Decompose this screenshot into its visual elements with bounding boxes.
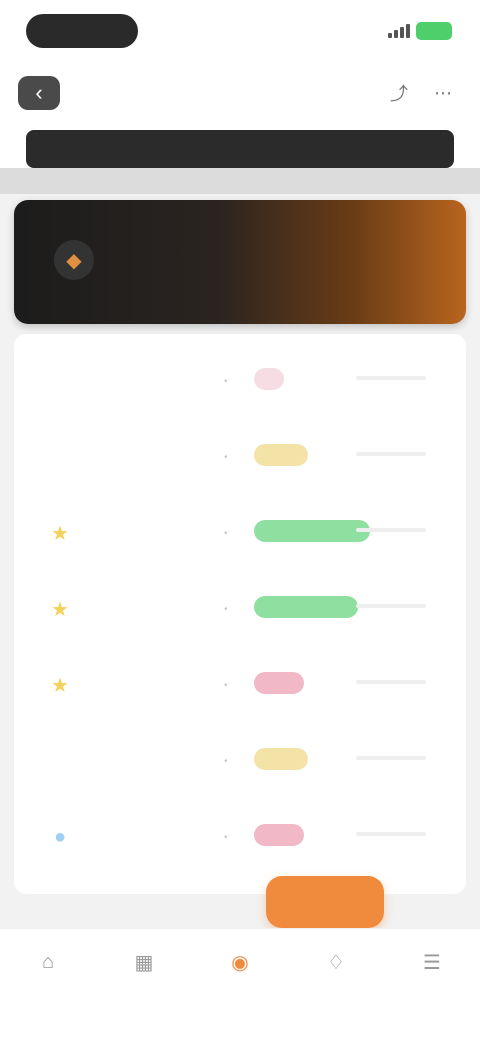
row-separator-icon: • [224,452,228,463]
row-trailing-bar [356,452,426,456]
share-icon[interactable]: ⤴ [386,80,412,106]
row-primary-text [114,590,194,606]
banner-icon: ◆ [54,240,94,280]
row-status-icon: ★ [51,674,69,697]
row-secondary-text [114,614,174,630]
list-item[interactable]: ★ • [14,496,466,572]
row-separator-icon: • [224,604,228,615]
discover-icon: ♢ [327,951,345,974]
back-button[interactable]: ‹ [18,76,60,110]
nav-bar: ‹ ⤴ ⋯ [0,64,480,120]
row-status-icon [38,366,82,396]
row-secondary-text [114,462,174,478]
row-trailing-bar [356,604,426,608]
row-primary-text [114,438,194,454]
home-icon: ⌂ [41,950,55,973]
tab-discover[interactable]: ♢ [300,947,372,1017]
status-badge [254,672,304,694]
status-badge [254,824,304,846]
status-time [26,14,138,48]
row-status-icon [38,746,82,776]
row-secondary-text [114,766,174,782]
status-badge [254,368,284,390]
row-primary-text [114,362,194,378]
row-secondary-text [114,690,174,706]
row-primary-text [114,742,194,758]
row-status-icon [38,442,82,472]
nav-actions: ⤴ ⋯ [386,80,456,106]
divider [0,168,480,194]
row-secondary-text [114,842,174,858]
status-badge [254,596,358,618]
row-primary-text [114,818,194,834]
status-badge [254,444,308,466]
row-status-icon: ● [53,825,67,848]
row-trailing-bar [356,528,426,532]
row-secondary-text [114,538,174,554]
row-trailing-bar [356,376,426,380]
status-bar [0,0,480,64]
row-primary-text [114,514,194,530]
row-status-icon: ★ [51,522,69,545]
menu-icon: ☰ [423,951,441,974]
tab-grid[interactable]: ▦ [108,947,180,1017]
status-badge [254,748,308,770]
more-icon[interactable]: ⋯ [430,80,456,106]
list-item[interactable]: ★ • [14,648,466,724]
signal-icon [388,24,410,38]
tab-menu[interactable]: ☰ [396,947,468,1017]
row-separator-icon: • [224,756,228,767]
app-screen: ‹ ⤴ ⋯ ◆ • • ★ • ★ • ★ • • ● • ⌂ ▦ ◉ ♢ ☰ [0,0,480,1040]
status-badge [254,520,370,542]
list-item[interactable]: • [14,724,466,800]
status-indicators [388,20,452,42]
list-item[interactable]: ● • [14,800,466,876]
record-list: • • ★ • ★ • ★ • • ● • [14,334,466,894]
row-separator-icon: • [224,376,228,387]
row-secondary-text [114,386,174,402]
record-icon: ◉ [231,951,249,974]
list-item[interactable]: ★ • [14,572,466,648]
row-separator-icon: • [224,680,228,691]
grid-icon: ▦ [134,951,154,974]
row-trailing-bar [356,680,426,684]
row-trailing-bar [356,756,426,760]
nav-center-text [200,82,290,102]
row-trailing-bar [356,832,426,836]
row-separator-icon: • [224,832,228,843]
list-item[interactable]: • [14,420,466,496]
tab-record[interactable]: ◉ [204,947,276,1017]
banner-title [114,232,374,252]
tab-home[interactable]: ⌂ [12,947,84,1017]
row-primary-text [114,666,194,682]
page-title [26,130,454,168]
list-item[interactable]: • [14,344,466,420]
primary-action-button[interactable] [266,876,384,928]
battery-icon [416,22,452,40]
row-status-icon: ★ [51,598,69,621]
row-separator-icon: • [224,528,228,539]
bottom-tab-bar: ⌂ ▦ ◉ ♢ ☰ [0,928,480,1040]
promo-banner[interactable]: ◆ [14,200,466,324]
banner-subtitle [114,262,174,282]
